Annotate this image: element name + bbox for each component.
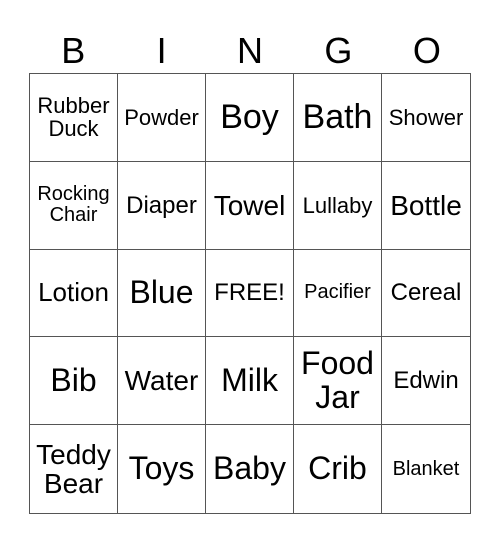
bingo-cell[interactable]: Edwin: [382, 337, 470, 426]
bingo-cell[interactable]: Pacifier: [294, 249, 382, 338]
bingo-cell[interactable]: Bottle: [382, 162, 470, 250]
bingo-cell[interactable]: Toys: [118, 425, 206, 513]
bingo-cell[interactable]: Boy: [206, 74, 294, 162]
bingo-cell[interactable]: Diaper: [118, 161, 206, 250]
header-letter-b: B: [61, 30, 86, 71]
header-letter-g: G: [324, 30, 353, 71]
bingo-cell[interactable]: Crib: [294, 425, 382, 513]
bingo-header: B I N G O: [29, 30, 471, 72]
bingo-cell[interactable]: Blue: [118, 249, 206, 338]
bingo-cell[interactable]: Teddy Bear: [30, 425, 118, 513]
bingo-grid: Rubber Duck Powder Boy Bath Shower Rocki…: [29, 73, 471, 514]
bingo-cell[interactable]: Blanket: [382, 425, 470, 513]
header-letter-i: I: [156, 30, 167, 71]
bingo-cell[interactable]: Bib: [30, 337, 118, 426]
free-space[interactable]: FREE!: [206, 249, 294, 338]
header-letter-n: N: [237, 30, 264, 71]
bingo-cell[interactable]: Lullaby: [294, 161, 382, 250]
header-letter-o: O: [412, 30, 441, 71]
bingo-cell[interactable]: Lotion: [30, 249, 118, 338]
bingo-cell[interactable]: Milk: [206, 337, 294, 426]
bingo-cell[interactable]: Water: [118, 337, 206, 426]
bingo-cell[interactable]: Rubber Duck: [30, 74, 118, 162]
bingo-cell[interactable]: Food Jar: [294, 337, 382, 426]
bingo-cell[interactable]: Cereal: [382, 250, 470, 338]
bingo-cell[interactable]: Rocking Chair: [30, 161, 118, 250]
bingo-cell[interactable]: Towel: [206, 161, 294, 250]
bingo-cell[interactable]: Baby: [206, 425, 294, 513]
bingo-cell[interactable]: Shower: [382, 74, 470, 162]
bingo-cell[interactable]: Powder: [118, 74, 206, 162]
bingo-cell[interactable]: Bath: [294, 74, 382, 162]
